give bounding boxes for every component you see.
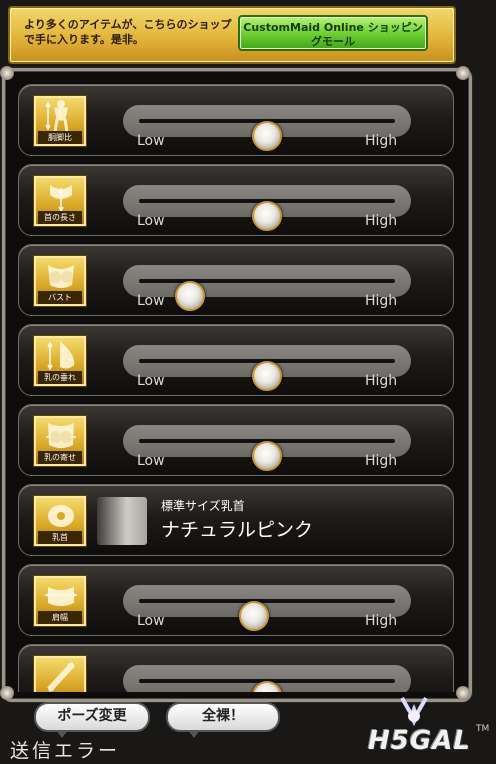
slider-label: 肩幅 — [38, 611, 82, 624]
slider-track[interactable] — [123, 665, 411, 692]
slider-low-label: Low — [137, 213, 165, 229]
pose-change-button[interactable]: ポーズ変更 — [34, 702, 150, 738]
slider-label: 胴脚比 — [38, 131, 82, 144]
slider-high-label: High — [365, 293, 398, 309]
mascot-icon — [400, 697, 428, 726]
slider-row-neck-length: 首の長さ Low High — [18, 164, 454, 236]
slider-knob[interactable] — [252, 441, 282, 471]
trademark-mark: TM — [476, 724, 490, 734]
slider-label: 首の長さ — [38, 211, 82, 224]
slider-list[interactable]: 胴脚比 Low High 首の長さ Low High バスト Low High … — [18, 84, 454, 692]
slider-low-label: Low — [137, 613, 165, 629]
slider-low-label: Low — [137, 453, 165, 469]
slider-row-partial — [18, 644, 454, 692]
slider-knob[interactable] — [252, 361, 282, 391]
slider-low-label: Low — [137, 293, 165, 309]
slider-knob[interactable] — [239, 601, 270, 631]
banner-text: より多くのアイテムが、こちらのショップで手に入ります。是非。 — [24, 18, 232, 46]
torso-leg-ratio-icon: 胴脚比 — [33, 95, 87, 147]
neck-length-icon: 首の長さ — [33, 175, 87, 227]
frame-corner-ornament — [456, 686, 470, 700]
nude-button[interactable]: 全裸！ — [166, 702, 280, 738]
slider-label: 乳の垂れ — [38, 371, 82, 384]
slider-knob[interactable] — [252, 201, 282, 231]
frame-corner-ornament — [456, 66, 470, 80]
slider-row-shoulder-width: 肩幅 Low High — [18, 564, 454, 636]
nipple-icon: 乳首 — [33, 495, 87, 547]
slider-high-label: High — [365, 453, 398, 469]
slider-knob[interactable] — [175, 281, 206, 311]
frame-corner-ornament — [0, 686, 14, 700]
breast-push-icon: 乳の寄せ — [33, 415, 87, 467]
nipple-color-label: ナチュラルピンク — [161, 519, 314, 541]
nipple-selector-row[interactable]: 乳首 標準サイズ乳首 ナチュラルピンク — [18, 484, 454, 556]
slider-low-label: Low — [137, 373, 165, 389]
nipple-preview-thumbnail — [97, 497, 147, 545]
slider-label: 乳の寄せ — [38, 451, 82, 464]
slider-high-label: High — [365, 133, 398, 149]
site-logo: H5GAL — [368, 726, 471, 756]
breast-droop-icon: 乳の垂れ — [33, 335, 87, 387]
slider-row-breast-push: 乳の寄せ Low High — [18, 404, 454, 476]
nipple-size-label: 標準サイズ乳首 — [161, 499, 245, 513]
slider-row-breast-droop: 乳の垂れ Low High — [18, 324, 454, 396]
shoulder-width-icon: 肩幅 — [33, 575, 87, 627]
slider-knob[interactable] — [252, 121, 282, 151]
slider-row-bust: バスト Low High — [18, 244, 454, 316]
arm-icon — [33, 655, 87, 692]
slider-label: バスト — [38, 291, 82, 304]
slider-low-label: Low — [137, 133, 165, 149]
slider-row-torso-leg-ratio: 胴脚比 Low High — [18, 84, 454, 156]
bust-icon: バスト — [33, 255, 87, 307]
shop-button[interactable]: CustomMaid Online ショッピングモール — [238, 15, 428, 51]
shop-banner: より多くのアイテムが、こちらのショップで手に入ります。是非。 CustomMai… — [8, 6, 456, 64]
slider-high-label: High — [365, 613, 398, 629]
slider-high-label: High — [365, 373, 398, 389]
status-message: 送信エラー — [10, 740, 121, 762]
slider-high-label: High — [365, 213, 398, 229]
slider-label: 乳首 — [38, 531, 82, 544]
frame-corner-ornament — [0, 66, 14, 80]
